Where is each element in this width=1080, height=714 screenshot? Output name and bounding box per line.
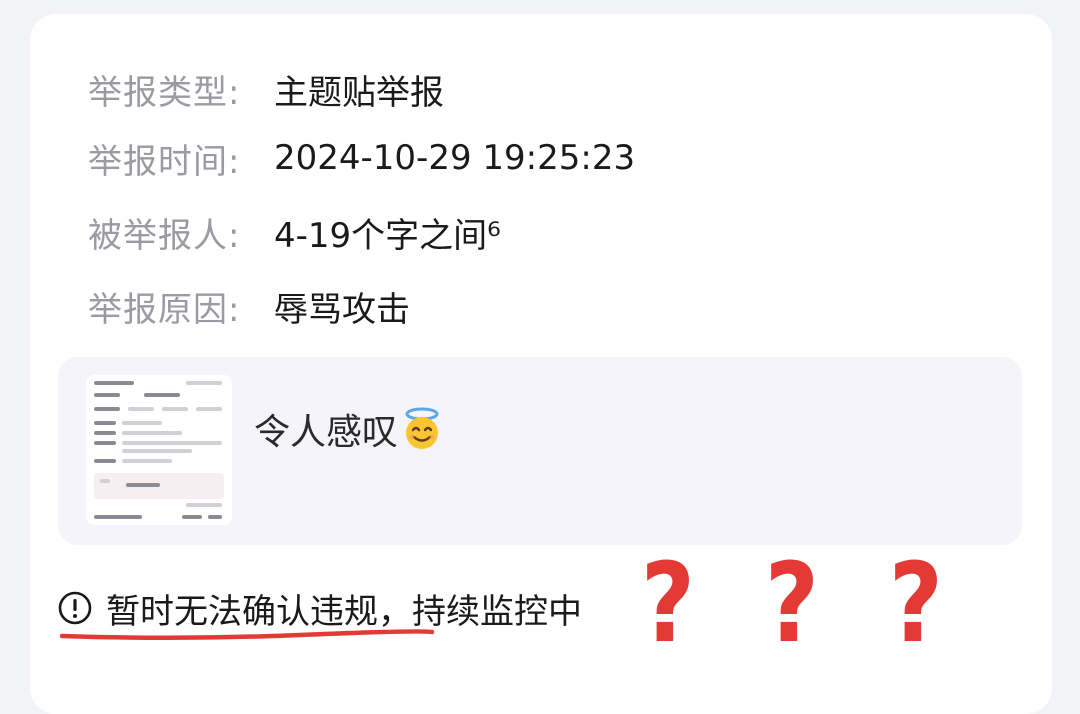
report-type-label: 举报类型: bbox=[88, 72, 241, 113]
reported-user-row: 被举报人: 4-19个字之间⁶ bbox=[88, 207, 501, 257]
question-mark-3: ? bbox=[888, 539, 943, 667]
reported-content-label: 令人感叹 bbox=[254, 412, 399, 453]
exclamation-circle-icon bbox=[58, 591, 92, 625]
red-underline-annotation bbox=[60, 629, 435, 641]
report-type-row: 举报类型: 主题贴举报 bbox=[88, 64, 444, 114]
report-reason-label: 举报原因: bbox=[88, 289, 241, 330]
report-reason-row: 举报原因: 辱骂攻击 bbox=[88, 281, 410, 331]
report-reason-value: 辱骂攻击 bbox=[274, 289, 410, 330]
report-time-label: 举报时间: bbox=[88, 141, 241, 182]
reported-content-preview[interactable]: 令人感叹 bbox=[58, 357, 1022, 545]
question-mark-2: ? bbox=[764, 539, 819, 667]
reported-user-label: 被举报人: bbox=[88, 215, 241, 256]
reported-user-value[interactable]: 4-19个字之间⁶ bbox=[274, 208, 501, 257]
report-time-value: 2024-10-29 19:25:23 bbox=[274, 138, 636, 178]
question-mark-1: ? bbox=[640, 539, 696, 667]
reported-content-text: 令人感叹 bbox=[254, 403, 444, 455]
report-time-row: 举报时间: 2024-10-29 19:25:23 bbox=[88, 133, 635, 183]
report-type-value: 主题贴举报 bbox=[274, 72, 444, 113]
report-status: 暂时无法确认违规，持续监控中 bbox=[58, 585, 582, 632]
smiling-face-with-halo-icon bbox=[400, 407, 444, 451]
screenshot-thumbnail[interactable] bbox=[86, 375, 232, 525]
question-mark-annotations: ? ? ? bbox=[636, 548, 947, 658]
